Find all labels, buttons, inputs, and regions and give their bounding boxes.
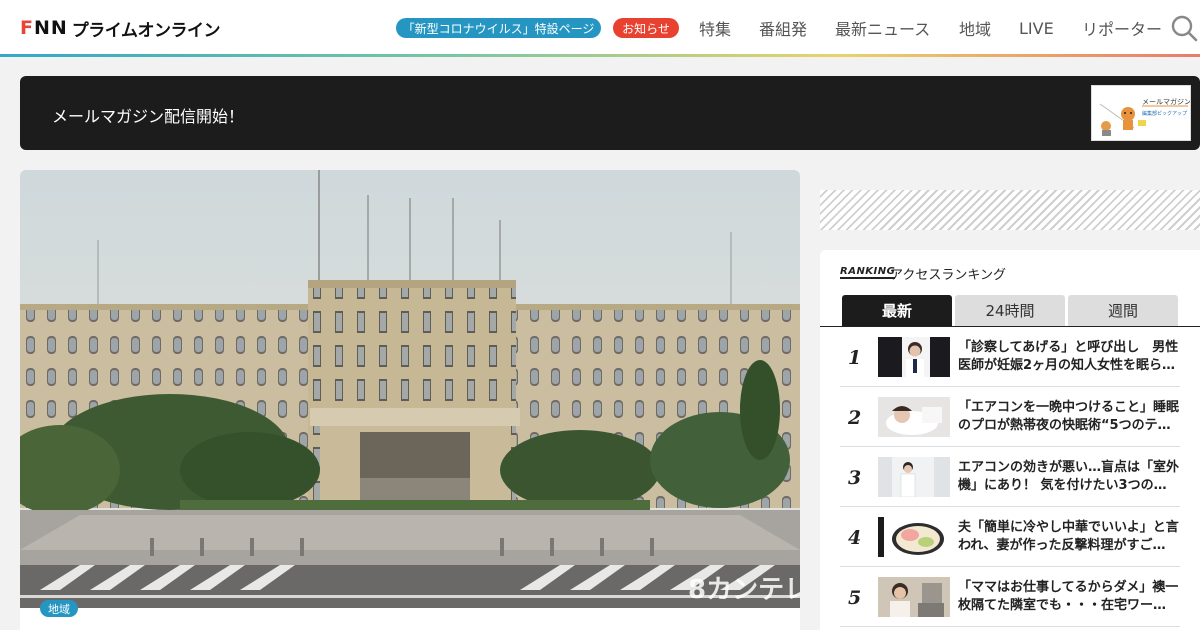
ranking-headline: 「ママはお仕事してるからダメ」襖一枚隔てた隣室でも・・・在宅ワー… [958, 580, 1179, 613]
nav-label: 特集 [699, 20, 732, 39]
nav-item-region[interactable]: 地域 [959, 17, 991, 39]
nav-item-programs[interactable]: 番組発 [759, 17, 807, 39]
nav-item-reporter[interactable]: リポーター [1082, 17, 1162, 39]
newsletter-banner[interactable]: メールマガジン配信開始！ メールマガジン 編集部ピックアップ [20, 76, 1200, 150]
header-accent-rule [0, 54, 1200, 57]
tab-weekly[interactable]: 週間 [1068, 295, 1178, 326]
site-logo[interactable]: FNN プライムオンライン [20, 16, 221, 41]
corona-special-page-button[interactable]: 「新型コロナウイルス」特設ページ [396, 18, 601, 38]
notice-button[interactable]: お知らせ [613, 18, 679, 38]
rank-number: 1 [848, 347, 862, 369]
ranking-headline: 「診察してあげる」と呼び出し 男性医師が妊娠2ヶ月の知人女性を眠らせ… [958, 340, 1179, 373]
rank-number: 4 [848, 527, 862, 549]
article-thumbnail [878, 517, 950, 557]
thumb-subtitle: 編集部ピックアップ [1142, 110, 1187, 117]
rank-number: 3 [848, 467, 862, 489]
search-icon[interactable] [1170, 14, 1198, 42]
tab-latest[interactable]: 最新 [842, 295, 952, 326]
station-watermark: 8カンテレ [688, 575, 800, 605]
rank-number: 5 [848, 587, 862, 609]
nav-item-latest-news[interactable]: 最新ニュース [835, 17, 930, 39]
article-thumbnail [878, 577, 950, 617]
ad-placeholder [820, 190, 1200, 230]
list-item[interactable]: 2 「エアコンを一晩中つけること」睡眠のプロが熱帯夜の快眠術“5つのテ… [840, 387, 1180, 447]
nav-item-features[interactable]: 特集 [699, 17, 731, 39]
access-ranking-panel: RANKING アクセスランキング 最新 24時間 週間 1 「診察してあげる」… [820, 250, 1200, 630]
nav-label: 最新ニュース [835, 20, 931, 39]
ranking-list: 1 「診察してあげる」と呼び出し 男性医師が妊娠2ヶ月の知人女性を眠らせ… 2 … [840, 327, 1180, 627]
site-header: FNN プライムオンライン 「新型コロナウイルス」特設ページ お知らせ 特集 番… [0, 0, 1200, 54]
nav-label: 地域 [959, 20, 992, 39]
ranking-tabs: 最新 24時間 週間 [842, 295, 1178, 326]
article-thumbnail [878, 397, 950, 437]
list-item[interactable]: 1 「診察してあげる」と呼び出し 男性医師が妊娠2ヶ月の知人女性を眠らせ… [840, 327, 1180, 387]
ranking-logo: RANKING [840, 266, 896, 279]
article-thumbnail [878, 337, 950, 377]
tab-24-hours[interactable]: 24時間 [955, 295, 1065, 326]
newsletter-thumbnail: メールマガジン 編集部ピックアップ [1091, 85, 1191, 141]
list-item[interactable]: 3 エアコンの効きが悪い…盲点は「室外機」にあり！ 気を付けたい3つの… [840, 447, 1180, 507]
nav-label: 番組発 [759, 20, 808, 39]
article-thumbnail [878, 457, 950, 497]
thumb-title: メールマガジン [1142, 97, 1191, 106]
rank-number: 2 [848, 407, 862, 429]
logo-text: プライムオンライン [71, 20, 221, 41]
list-item[interactable]: 4 夫「簡単に冷やし中華でいいよ」と言われ、妻が作った反撃料理がすご… [840, 507, 1180, 567]
list-item[interactable]: 5 「ママはお仕事してるからダメ」襖一枚隔てた隣室でも・・・在宅ワー… [840, 567, 1180, 627]
logo-fnn: FNN [20, 17, 68, 39]
nav-label: LIVE [1019, 18, 1054, 38]
main-article-card[interactable]: 8カンテレ 地域 [20, 170, 800, 630]
banner-text: メールマガジン配信開始！ [52, 107, 245, 126]
ranking-title: アクセスランキング [890, 268, 1006, 283]
article-photo: 8カンテレ [20, 170, 800, 608]
ranking-headline: 「エアコンを一晩中つけること」睡眠のプロが熱帯夜の快眠術“5つのテ… [958, 400, 1180, 433]
category-badge[interactable]: 地域 [40, 600, 78, 617]
ranking-headline: エアコンの効きが悪い…盲点は「室外機」にあり！ 気を付けたい3つの… [958, 460, 1180, 493]
ranking-headline: 夫「簡単に冷やし中華でいいよ」と言われ、妻が作った反撃料理がすご… [958, 520, 1179, 553]
nav-item-live[interactable]: LIVE [1019, 17, 1054, 39]
nav-label: リポーター [1082, 20, 1163, 39]
